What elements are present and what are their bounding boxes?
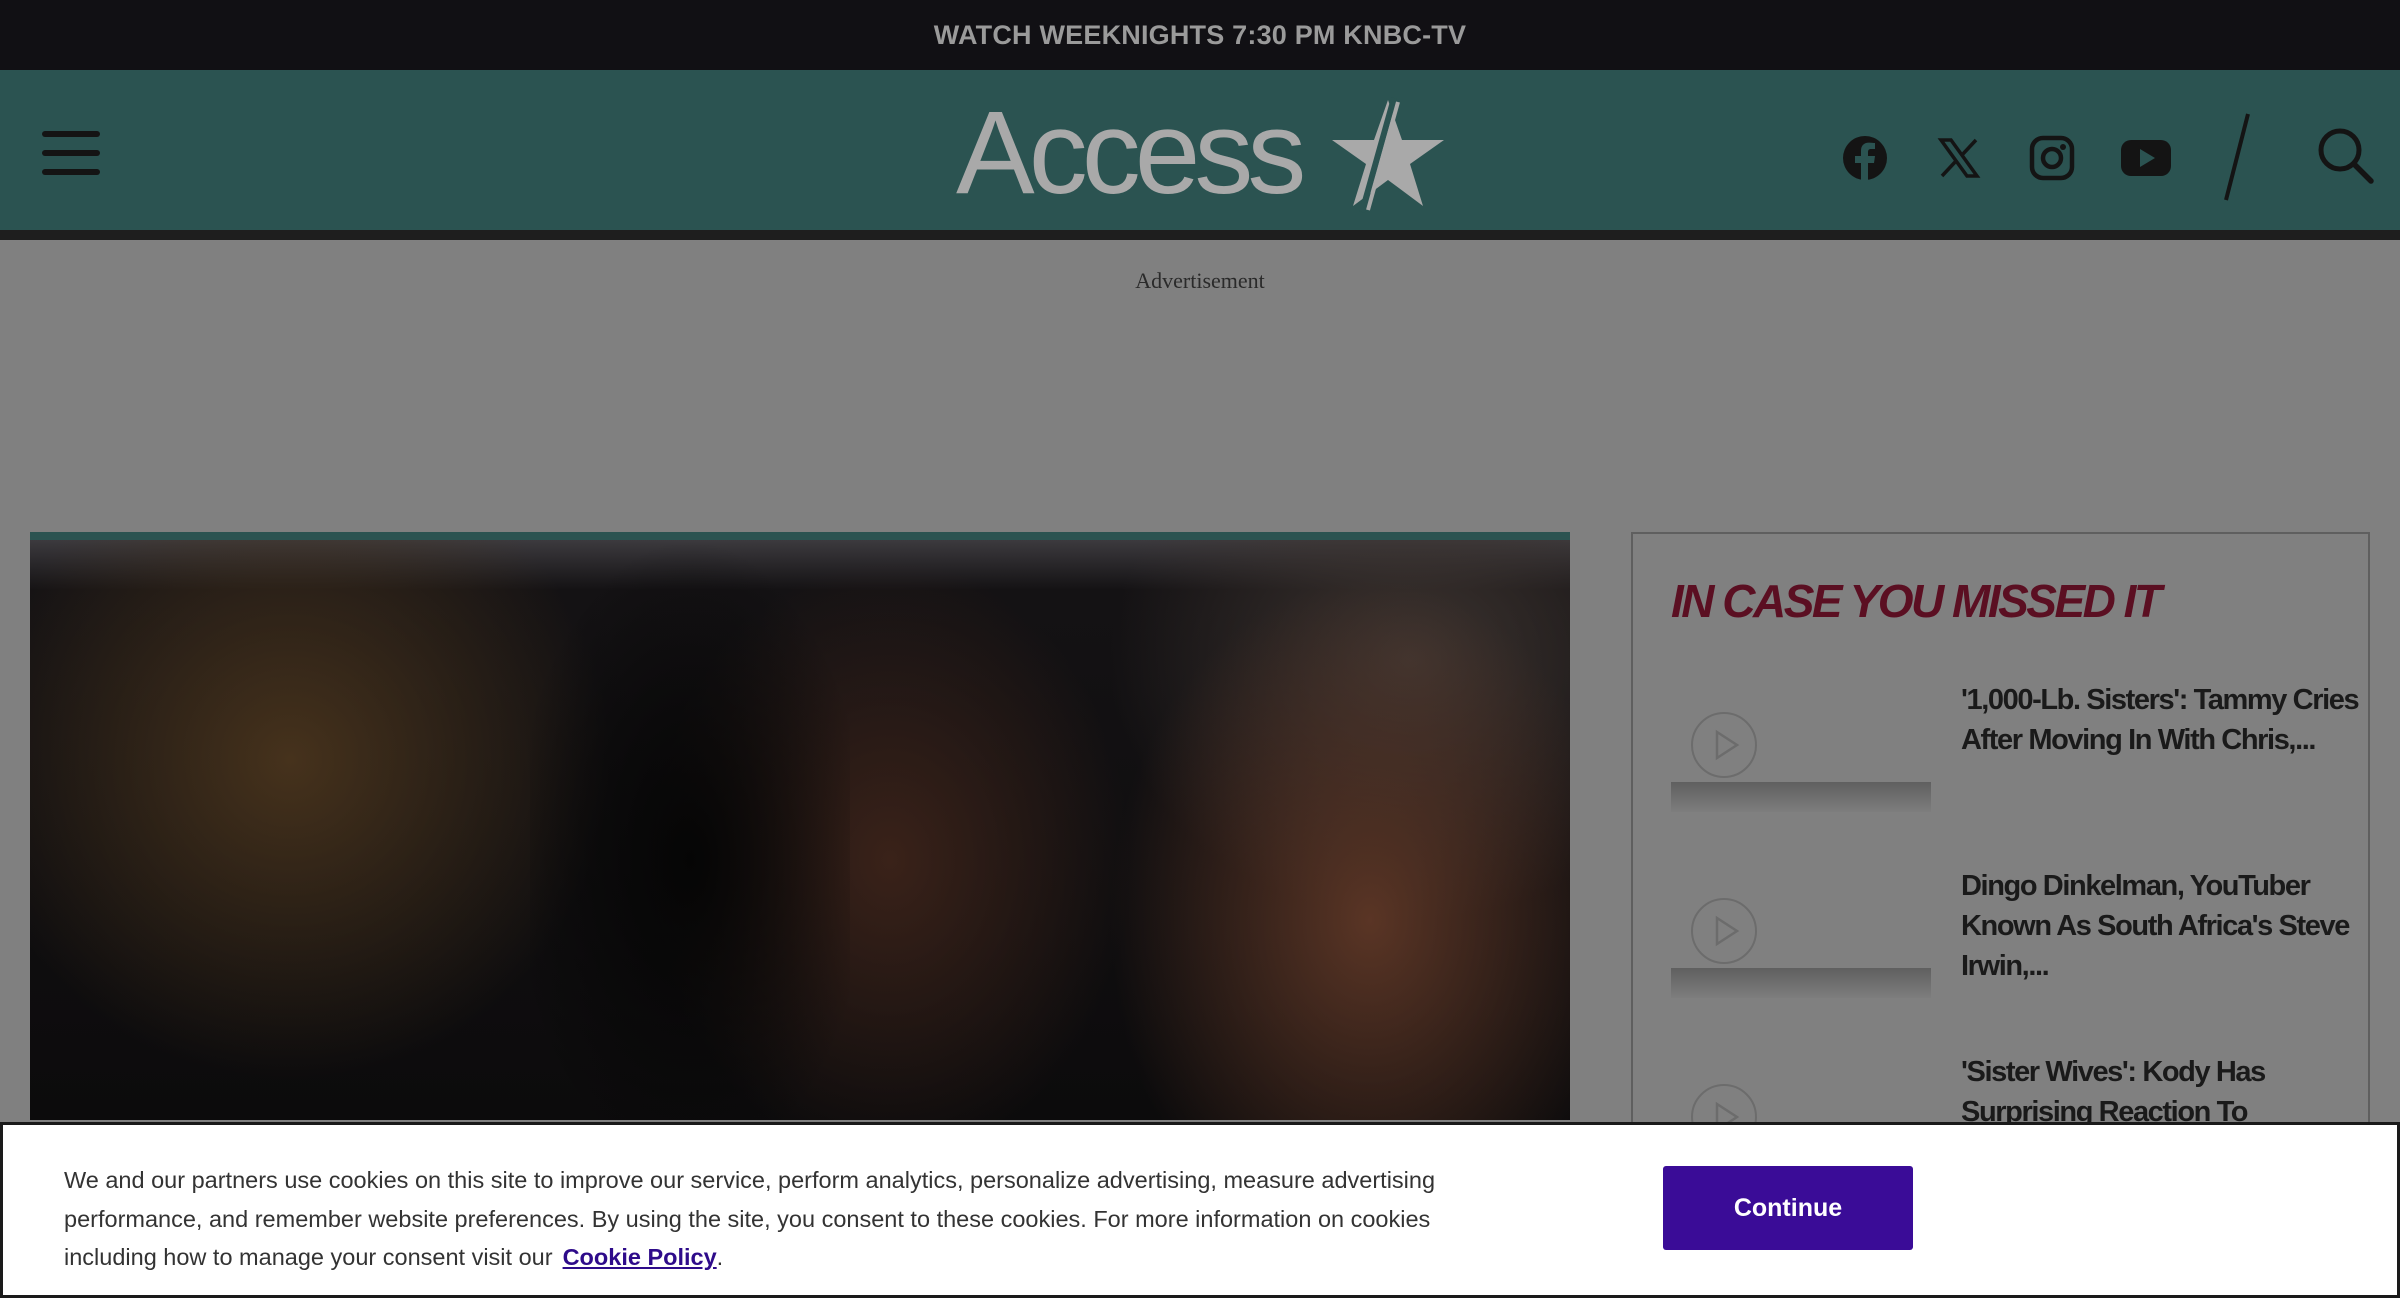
list-item[interactable]: '1,000-Lb. Sisters': Tammy Cries After M… [1671,672,2360,832]
cookie-policy-link[interactable]: Cookie Policy [563,1244,717,1270]
logo-star-icon [1332,97,1444,213]
video-player[interactable] [30,540,1570,1120]
item-title[interactable]: '1,000-Lb. Sisters': Tammy Cries After M… [1961,680,2361,760]
advertisement-label: Advertisement [1135,268,1265,293]
list-item[interactable]: 'Sister Wives': Kody Has Surprising Reac… [1671,1044,2351,1130]
cookie-message: We and our partners use cookies on this … [64,1161,1464,1277]
item-title[interactable]: 'Sister Wives': Kody Has Surprising Reac… [1961,1052,2361,1130]
video-thumbnail[interactable] [1671,1044,1931,1130]
video-thumbnail[interactable] [1671,672,1931,812]
video-thumbnail[interactable] [1671,858,1931,998]
broadcast-time-text: WATCH WEEKNIGHTS 7:30 PM KNBC-TV [933,19,1467,50]
instagram-icon[interactable] [2024,130,2080,186]
facebook-icon[interactable] [1837,130,1893,186]
cookie-banner: We and our partners use cookies on this … [0,1122,2400,1298]
missed-it-panel: IN CASE YOU MISSED IT '1,000-Lb. Sisters… [1631,532,2370,1132]
logo-wordmark: Access [956,87,1306,219]
header-divider [2224,113,2250,201]
item-title[interactable]: Dingo Dinkelman, YouTuber Known As South… [1961,866,2361,986]
top-announcement-bar: WATCH WEEKNIGHTS 7:30 PM KNBC-TV [0,0,2400,70]
youtube-icon[interactable] [2118,130,2174,186]
hamburger-menu-icon[interactable] [38,125,104,181]
site-header: Access [0,70,2400,240]
play-icon[interactable] [1691,712,1757,778]
continue-button[interactable]: Continue [1663,1166,1913,1250]
cookie-trailing: . [716,1244,724,1270]
play-icon[interactable] [1691,898,1757,964]
search-icon[interactable] [2316,126,2376,186]
site-logo[interactable]: Access [950,88,1450,218]
cookie-text: We and our partners use cookies on this … [64,1167,1436,1270]
x-icon[interactable] [1931,130,1987,186]
panel-title: IN CASE YOU MISSED IT [1671,575,2162,627]
list-item[interactable]: Dingo Dinkelman, YouTuber Known As South… [1671,858,2351,1018]
